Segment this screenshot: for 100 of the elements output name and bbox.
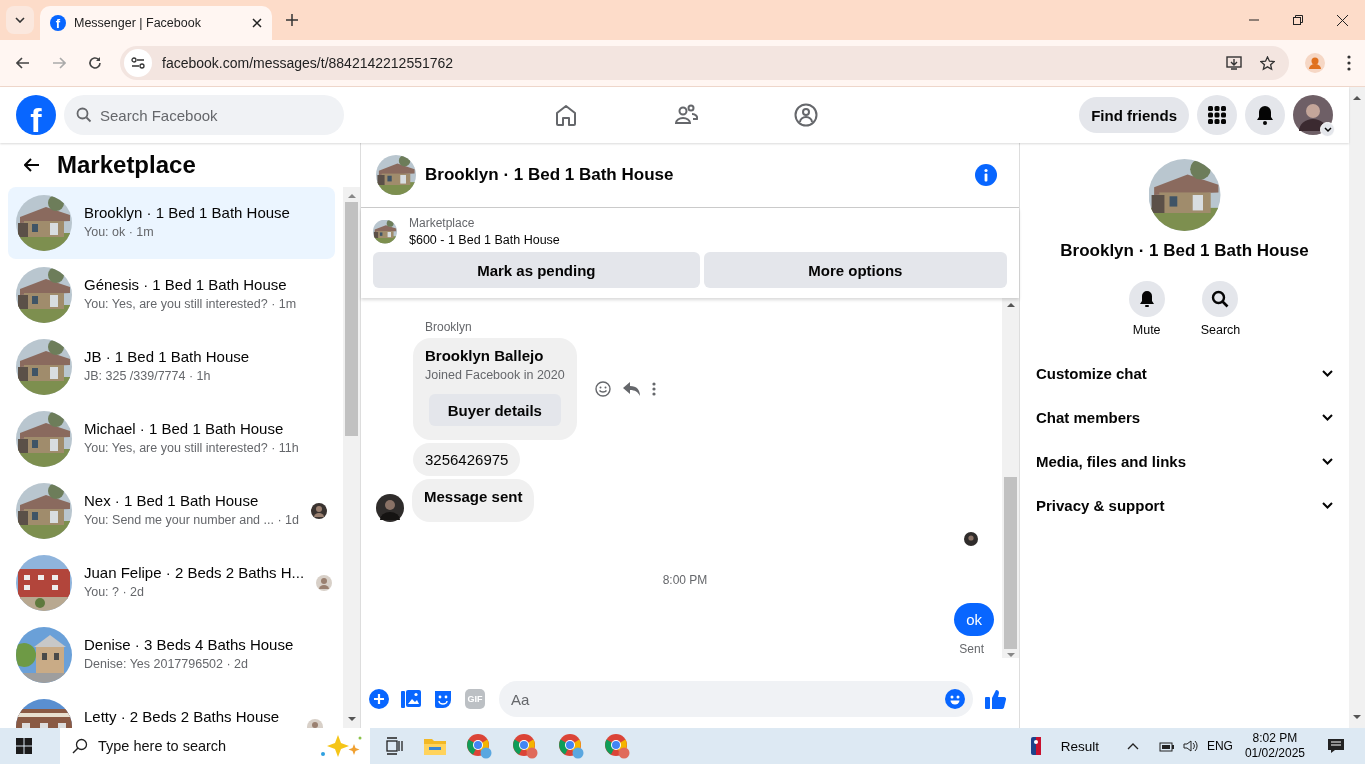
- buyer-details-button[interactable]: Buyer details: [429, 394, 561, 426]
- reload-icon[interactable]: [88, 56, 102, 70]
- conversation-title: Juan Felipe · 2 Beds 2 Baths H...: [84, 564, 305, 582]
- more-icon[interactable]: [651, 382, 656, 396]
- chat-action-label: Search: [1200, 323, 1241, 337]
- battery-icon[interactable]: [1158, 740, 1175, 752]
- scroll-up-icon[interactable]: [1006, 302, 1015, 307]
- folder-icon[interactable]: [424, 737, 446, 755]
- scroll-down-icon[interactable]: [1006, 653, 1015, 658]
- sender-name: Brooklyn: [425, 320, 473, 334]
- facebook-logo[interactable]: f: [16, 95, 56, 135]
- maximize-icon[interactable]: [1293, 15, 1303, 25]
- chrome-icon[interactable]: [558, 733, 584, 759]
- chat-action-label: Mute: [1132, 323, 1161, 337]
- windows-start-icon[interactable]: [16, 738, 32, 754]
- scrollbar[interactable]: [1349, 87, 1365, 728]
- notifications-icon[interactable]: [1327, 738, 1345, 754]
- conversation-item[interactable]: Nex · 1 Bed 1 Bath House You: Send me your number and ... · 1d: [8, 475, 335, 547]
- address-field[interactable]: facebook.com/messages/t/8842142212551762: [120, 46, 1289, 80]
- groups-icon[interactable]: [794, 103, 818, 127]
- search-icon: [72, 738, 88, 754]
- scroll-up-icon[interactable]: [1353, 95, 1361, 100]
- sender-avatar[interactable]: [376, 494, 404, 522]
- apps-menu-button[interactable]: [1197, 95, 1237, 135]
- message-field[interactable]: Aa: [499, 681, 973, 717]
- conversation-title: Letty · 2 Beds 2 Baths House: [84, 708, 281, 726]
- message-preview: You: Yes, are you still interested? · 1m: [84, 297, 298, 311]
- message-preview: JB: 325 /339/7774 · 1h: [84, 369, 212, 383]
- listing-action-button[interactable]: Mark as pending: [373, 252, 700, 288]
- message-bubble: ok: [954, 603, 994, 636]
- widget-label[interactable]: Result: [1060, 738, 1099, 754]
- conversation-item[interactable]: Brooklyn · 1 Bed 1 Bath House You: ok · 1m: [8, 187, 335, 259]
- back-icon[interactable]: [16, 57, 30, 69]
- chat-action-button[interactable]: [1202, 281, 1239, 317]
- section-header[interactable]: Media, files and links: [1036, 439, 1333, 483]
- section-header[interactable]: Chat members: [1036, 395, 1333, 439]
- add-icon[interactable]: [369, 689, 389, 709]
- sticker-icon[interactable]: [433, 689, 453, 709]
- sports-logo-icon[interactable]: [1030, 737, 1041, 755]
- chrome-icon[interactable]: [604, 733, 630, 759]
- conversation-item[interactable]: Denise · 3 Beds 4 Baths House Denise: Yes 2017796502 · 2d: [8, 619, 335, 691]
- scroll-up-icon[interactable]: [347, 193, 356, 198]
- chevron-up-icon[interactable]: [1126, 742, 1139, 750]
- clock[interactable]: 8:02 PM 01/02/2025: [1244, 731, 1305, 761]
- scrollbar[interactable]: [343, 187, 360, 728]
- section-header[interactable]: Privacy & support: [1036, 483, 1333, 527]
- notifications-button[interactable]: [1245, 95, 1285, 135]
- scroll-down-icon[interactable]: [347, 717, 356, 722]
- browser-tab[interactable]: f Messenger | Facebook: [40, 6, 272, 40]
- listing-action-button[interactable]: More options: [703, 252, 1007, 288]
- like-icon[interactable]: [985, 689, 1007, 709]
- photo-icon[interactable]: [401, 689, 421, 709]
- chat-title: Brooklyn · 1 Bed 1 Bath House: [425, 165, 674, 185]
- listing-label: Marketplace: [409, 216, 476, 230]
- account-menu-button[interactable]: [1320, 122, 1335, 137]
- conversation-item[interactable]: JB · 1 Bed 1 Bath House JB: 325 /339/7774 · 1h: [8, 331, 335, 403]
- conversation-item[interactable]: Juan Felipe · 2 Beds 2 Baths H... You: ? · 2d: [8, 547, 335, 619]
- facebook-favicon: f: [50, 15, 66, 31]
- bell-icon: [1256, 105, 1274, 125]
- site-settings-button[interactable]: [124, 49, 152, 77]
- message-preview: You: Send me your number and ... · 1d: [84, 513, 299, 527]
- message-bubble: 3256426975: [413, 443, 521, 476]
- emoji-icon[interactable]: [945, 689, 965, 709]
- menu-icon[interactable]: [1347, 55, 1351, 71]
- timestamp: 8:00 PM: [662, 573, 708, 587]
- tab-list-button[interactable]: [6, 6, 34, 34]
- conversation-item[interactable]: Michael · 1 Bed 1 Bath House You: Yes, are you still interested? · 11h: [8, 403, 335, 475]
- reply-icon[interactable]: [622, 382, 640, 396]
- task-view-icon[interactable]: [386, 737, 404, 755]
- section-header[interactable]: Customize chat: [1036, 351, 1333, 395]
- new-tab-icon[interactable]: [286, 14, 298, 26]
- friends-icon[interactable]: [674, 103, 698, 127]
- delivery-status: Sent: [959, 642, 984, 656]
- search-field[interactable]: Search Facebook: [64, 95, 344, 135]
- chrome-icon[interactable]: [512, 733, 538, 759]
- taskbar-search-field[interactable]: Type here to search: [60, 728, 370, 764]
- language-indicator[interactable]: ENG: [1206, 739, 1233, 753]
- bookmark-star-icon[interactable]: [1260, 55, 1275, 71]
- find-friends-button[interactable]: Find friends: [1079, 97, 1189, 133]
- message-preview: You: Yes, are you still interested? · 11h: [84, 441, 300, 455]
- scrollbar[interactable]: [1002, 298, 1019, 658]
- info-icon[interactable]: [975, 164, 997, 186]
- back-arrow-icon[interactable]: [24, 158, 40, 172]
- close-tab-icon[interactable]: [252, 18, 262, 28]
- account-avatar[interactable]: [1293, 95, 1333, 135]
- chevron-down-icon: [1322, 457, 1333, 465]
- close-icon[interactable]: [1337, 14, 1348, 26]
- profile-icon[interactable]: [1305, 53, 1325, 73]
- install-app-icon[interactable]: [1226, 56, 1242, 70]
- conversation-item[interactable]: Génesis · 1 Bed 1 Bath House You: Yes, are you still interested? · 1m: [8, 259, 335, 331]
- sliders-icon: [131, 57, 145, 69]
- volume-icon[interactable]: [1182, 739, 1199, 753]
- scroll-down-icon[interactable]: [1353, 715, 1361, 720]
- chat-action-button[interactable]: [1128, 281, 1165, 317]
- listing-title[interactable]: $600 - 1 Bed 1 Bath House: [409, 233, 560, 247]
- chevron-down-icon: [1323, 126, 1332, 133]
- react-icon[interactable]: [594, 381, 611, 397]
- home-icon[interactable]: [554, 103, 578, 127]
- chevron-down-icon: [1322, 501, 1333, 509]
- chrome-icon[interactable]: [466, 733, 492, 759]
